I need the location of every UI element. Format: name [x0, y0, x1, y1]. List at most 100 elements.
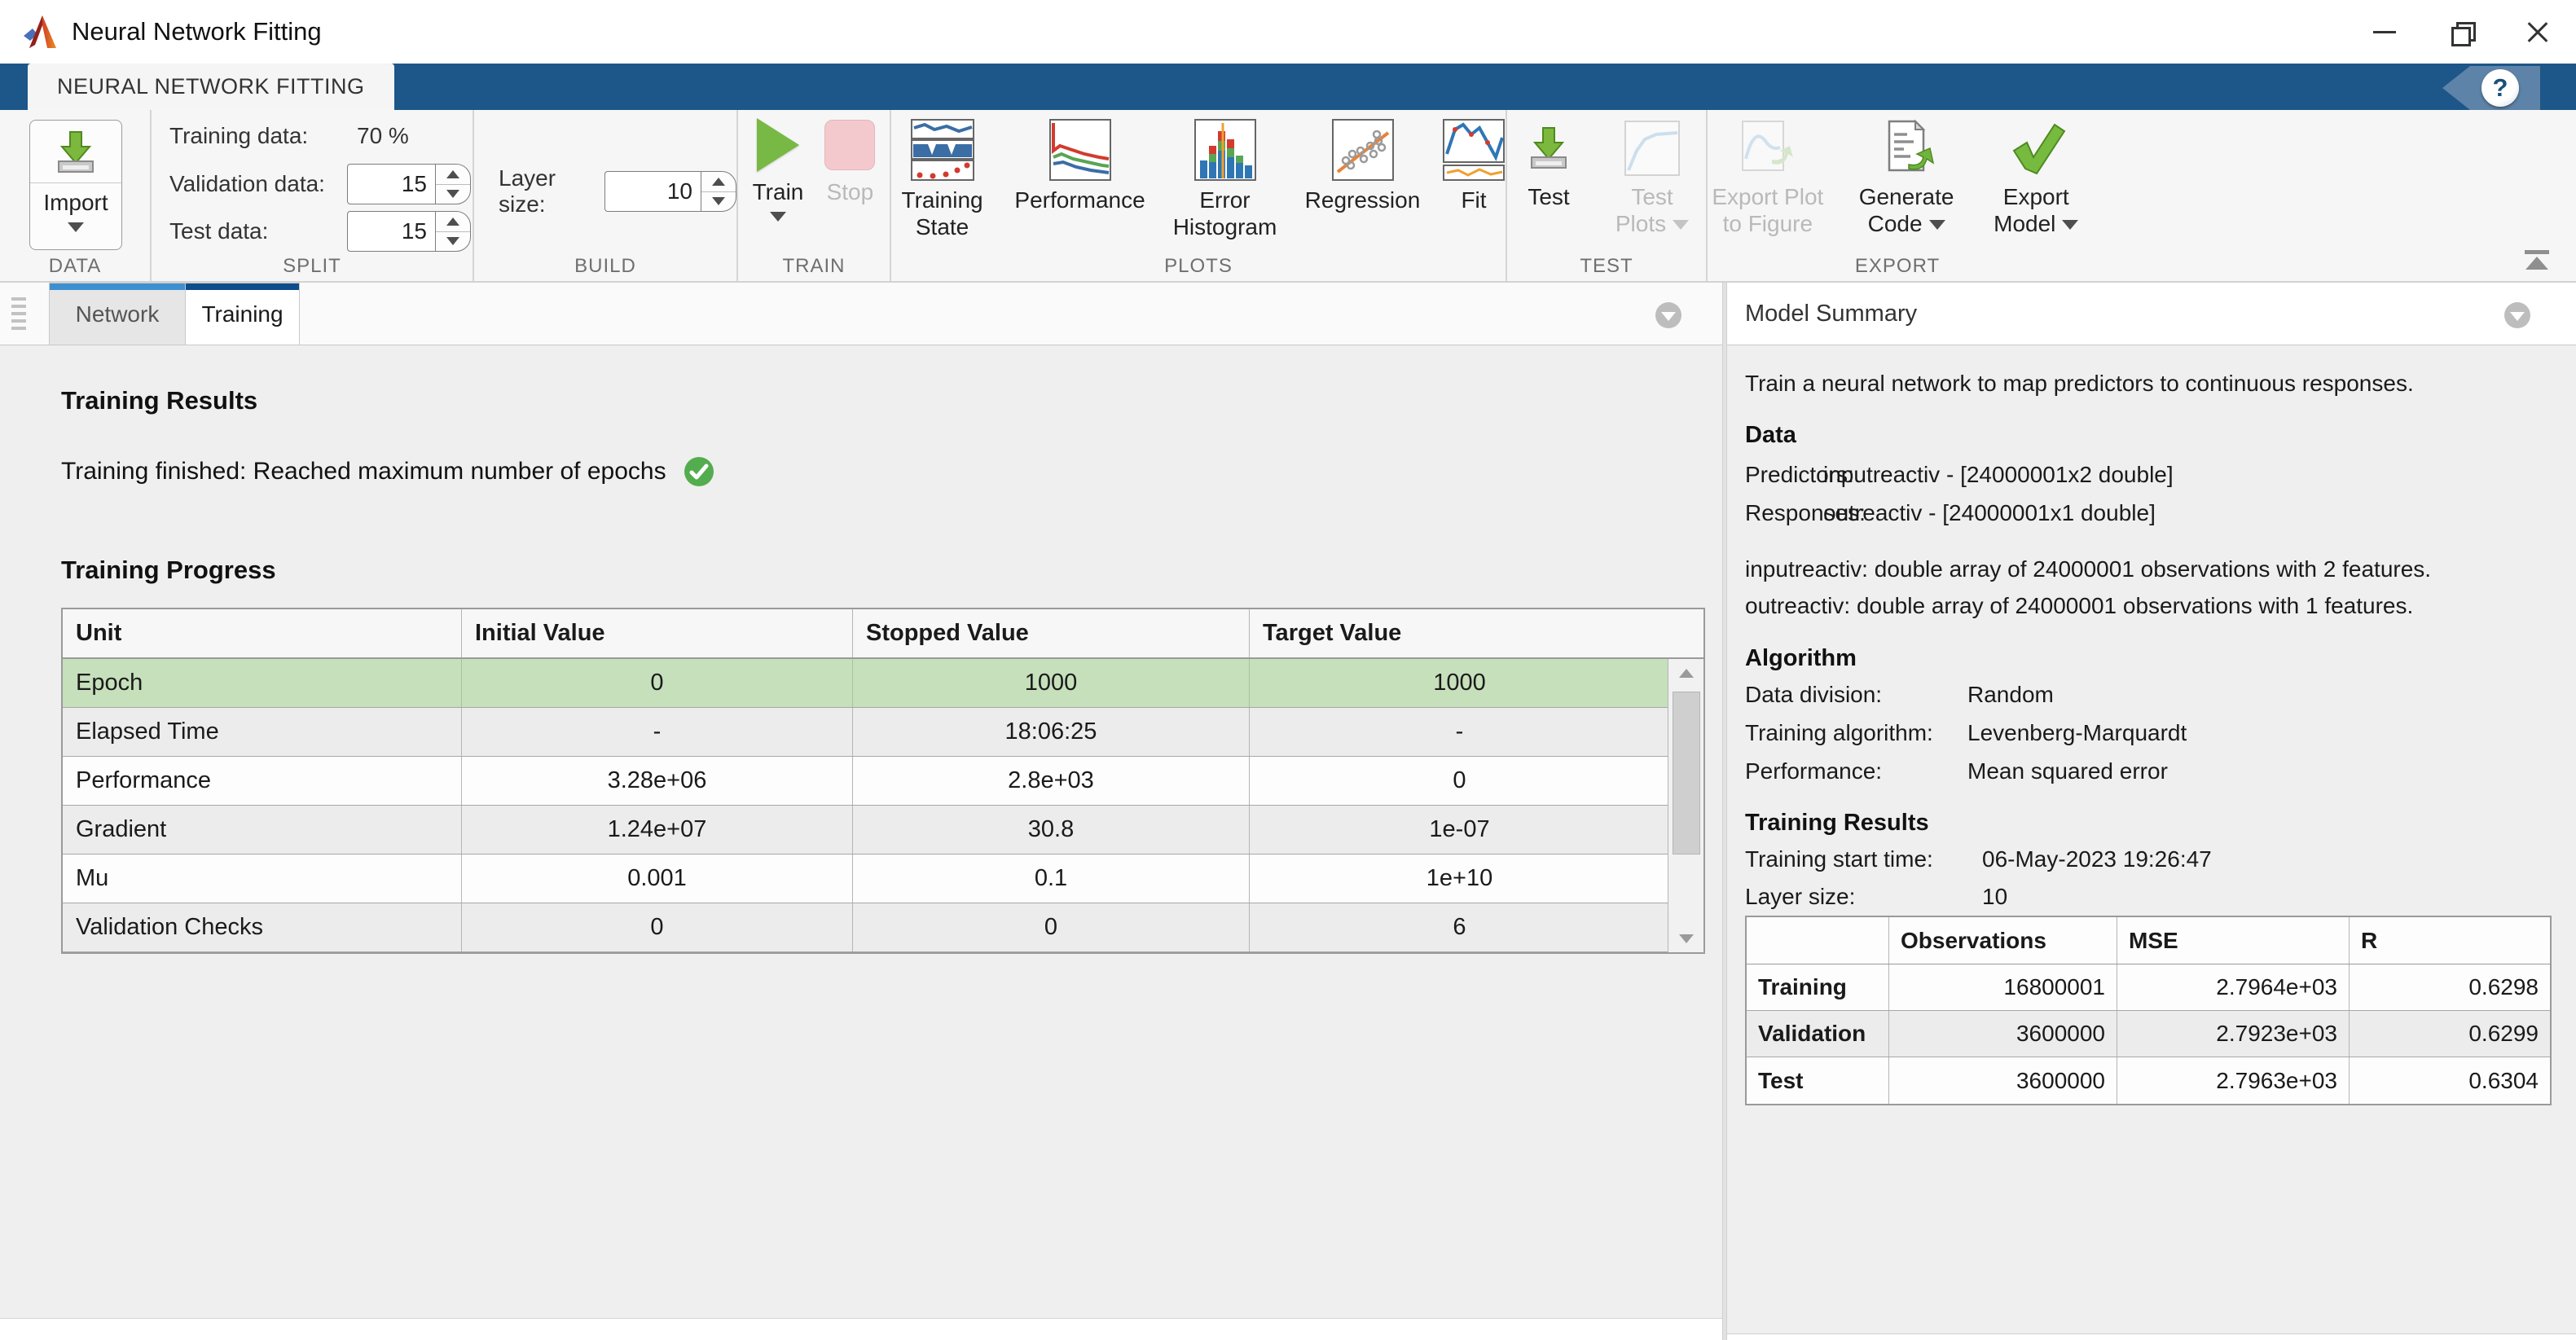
import-button[interactable]: Import: [29, 120, 122, 250]
restore-button[interactable]: [2423, 0, 2499, 64]
close-icon: [2526, 20, 2549, 43]
panel-options-button[interactable]: [2504, 302, 2530, 328]
training-status-text: Training finished: Reached maximum numbe…: [61, 458, 666, 485]
cell-target: 1000: [1250, 659, 1669, 707]
performance-label: Performance:: [1745, 758, 1882, 784]
help-button[interactable]: ?: [2442, 66, 2540, 110]
export-plot-to-figure-button[interactable]: Export Plot to Figure: [1708, 118, 1828, 237]
spin-up-button[interactable]: [436, 165, 470, 185]
validation-data-input[interactable]: [347, 164, 435, 204]
cell-stopped: 2.8e+03: [853, 757, 1250, 805]
tab-network[interactable]: Network: [49, 283, 186, 345]
panel-options-button[interactable]: [1655, 302, 1681, 328]
generate-code-button[interactable]: Generate Code: [1853, 118, 1961, 237]
table-row-validation-checks[interactable]: Validation Checks 0 0 6: [63, 903, 1703, 952]
minimize-button[interactable]: [2346, 0, 2423, 64]
spin-up-button[interactable]: [701, 172, 736, 192]
test-button[interactable]: Test: [1512, 118, 1585, 210]
predictors-row: Predictors: inputreactiv - [24000001x2 d…: [1745, 462, 1854, 488]
scroll-up-button[interactable]: [1668, 659, 1704, 687]
start-time-value: 06-May-2023 19:26:47: [1982, 846, 2212, 872]
cell-stopped: 0: [853, 903, 1250, 951]
spin-up-button[interactable]: [436, 212, 470, 232]
model-summary-panel: Model Summary Train a neural network to …: [1727, 283, 2576, 1340]
performance-button[interactable]: Performance: [1014, 118, 1145, 213]
cell-r: 0.6304: [2350, 1057, 2550, 1104]
error-histogram-button[interactable]: Error Histogram: [1167, 118, 1283, 240]
table-row-elapsed-time[interactable]: Elapsed Time - 18:06:25 -: [63, 708, 1703, 757]
training-status-line: Training finished: Reached maximum numbe…: [61, 455, 715, 488]
training-state-button[interactable]: Training State: [891, 118, 993, 240]
toolstrip: Import DATA Training data: 70 % Validati…: [0, 110, 2576, 283]
column-header[interactable]: Stopped Value: [853, 609, 1250, 657]
cell-initial: 1.24e+07: [462, 806, 853, 854]
cell-unit: Gradient: [63, 806, 462, 854]
cell-initial: 3.28e+06: [462, 757, 853, 805]
cell-target: 6: [1250, 903, 1669, 951]
cell-initial: 0: [462, 903, 853, 951]
minimize-icon: [2373, 31, 2396, 33]
training-data-label: Training data:: [169, 123, 347, 149]
cell-unit: Performance: [63, 757, 462, 805]
regression-icon: [1331, 118, 1395, 182]
divider: [30, 182, 121, 183]
stop-button[interactable]: Stop: [824, 116, 875, 222]
section-build: Layer size: BUILD: [474, 110, 738, 281]
results-header-row: Observations MSE R: [1747, 917, 2550, 964]
close-button[interactable]: [2499, 0, 2576, 64]
cell-observations: 16800001: [1889, 964, 2117, 1010]
tab-network-label: Network: [76, 301, 160, 327]
performance-value: Mean squared error: [1967, 758, 2168, 784]
train-button-label: Train: [753, 178, 804, 205]
regression-button[interactable]: Regression: [1304, 118, 1421, 213]
layer-size-label: Layer size:: [499, 165, 593, 217]
table-row-mu[interactable]: Mu 0.001 0.1 1e+10: [63, 855, 1703, 903]
training-state-label: Training State: [891, 187, 993, 240]
section-data: Import DATA: [0, 110, 152, 281]
layer-size-label: Layer size:: [1745, 884, 1855, 909]
collapse-ribbon-button[interactable]: [2519, 245, 2555, 275]
test-button-label: Test: [1528, 183, 1569, 210]
results-table: Observations MSE R Training 16800001 2.7…: [1745, 916, 2552, 1105]
table-header-row: Unit Initial Value Stopped Value Target …: [63, 609, 1703, 659]
cell-stopped: 0.1: [853, 855, 1250, 903]
predictors-note: inputreactiv: double array of 24000001 o…: [1745, 556, 2431, 582]
titlebar: Neural Network Fitting: [0, 0, 2576, 64]
column-header[interactable]: Unit: [63, 609, 462, 657]
cell-stopped: 1000: [853, 659, 1250, 707]
test-data-spinner: [347, 211, 471, 252]
spin-down-button[interactable]: [701, 192, 736, 212]
cell-target: 0: [1250, 757, 1669, 805]
column-header[interactable]: Initial Value: [462, 609, 853, 657]
section-label-build: BUILD: [474, 255, 736, 278]
section-label-plots: PLOTS: [891, 255, 1506, 278]
column-header[interactable]: Target Value: [1250, 609, 1669, 657]
test-plots-button[interactable]: Test Plots: [1603, 118, 1701, 237]
train-button[interactable]: Train: [753, 116, 804, 222]
layer-size-value: 10: [1982, 884, 2007, 910]
fit-button[interactable]: Fit: [1442, 118, 1506, 213]
table-scrollbar[interactable]: [1668, 659, 1703, 952]
layer-size-input[interactable]: [604, 171, 701, 212]
export-model-button[interactable]: Export Model: [1985, 118, 2087, 237]
section-label-export: EXPORT: [1708, 255, 2087, 278]
table-row-gradient[interactable]: Gradient 1.24e+07 30.8 1e-07: [63, 806, 1703, 855]
table-row-performance[interactable]: Performance 3.28e+06 2.8e+03 0: [63, 757, 1703, 806]
tab-training[interactable]: Training: [186, 283, 300, 345]
spin-down-button[interactable]: [436, 185, 470, 204]
spin-down-button[interactable]: [436, 232, 470, 252]
cell-name: Training: [1747, 964, 1889, 1010]
test-data-input[interactable]: [347, 211, 435, 252]
cell-initial: -: [462, 708, 853, 756]
triangle-down-icon: [712, 197, 725, 205]
app-window: Neural Network Fitting NEURAL NETWORK FI…: [0, 0, 2576, 1340]
training-progress-heading: Training Progress: [61, 556, 276, 585]
table-row-epoch[interactable]: Epoch 0 1000 1000: [63, 659, 1703, 708]
tab-neural-network-fitting[interactable]: NEURAL NETWORK FITTING: [28, 64, 394, 110]
scroll-down-button[interactable]: [1668, 925, 1704, 952]
scrollbar-thumb[interactable]: [1673, 692, 1700, 855]
performance-row: Performance: Mean squared error: [1745, 758, 1882, 784]
chevron-down-icon: [68, 222, 84, 232]
ribbon-tab-strip: NEURAL NETWORK FITTING ?: [0, 64, 2576, 110]
drag-grip-handle[interactable]: [11, 297, 26, 332]
